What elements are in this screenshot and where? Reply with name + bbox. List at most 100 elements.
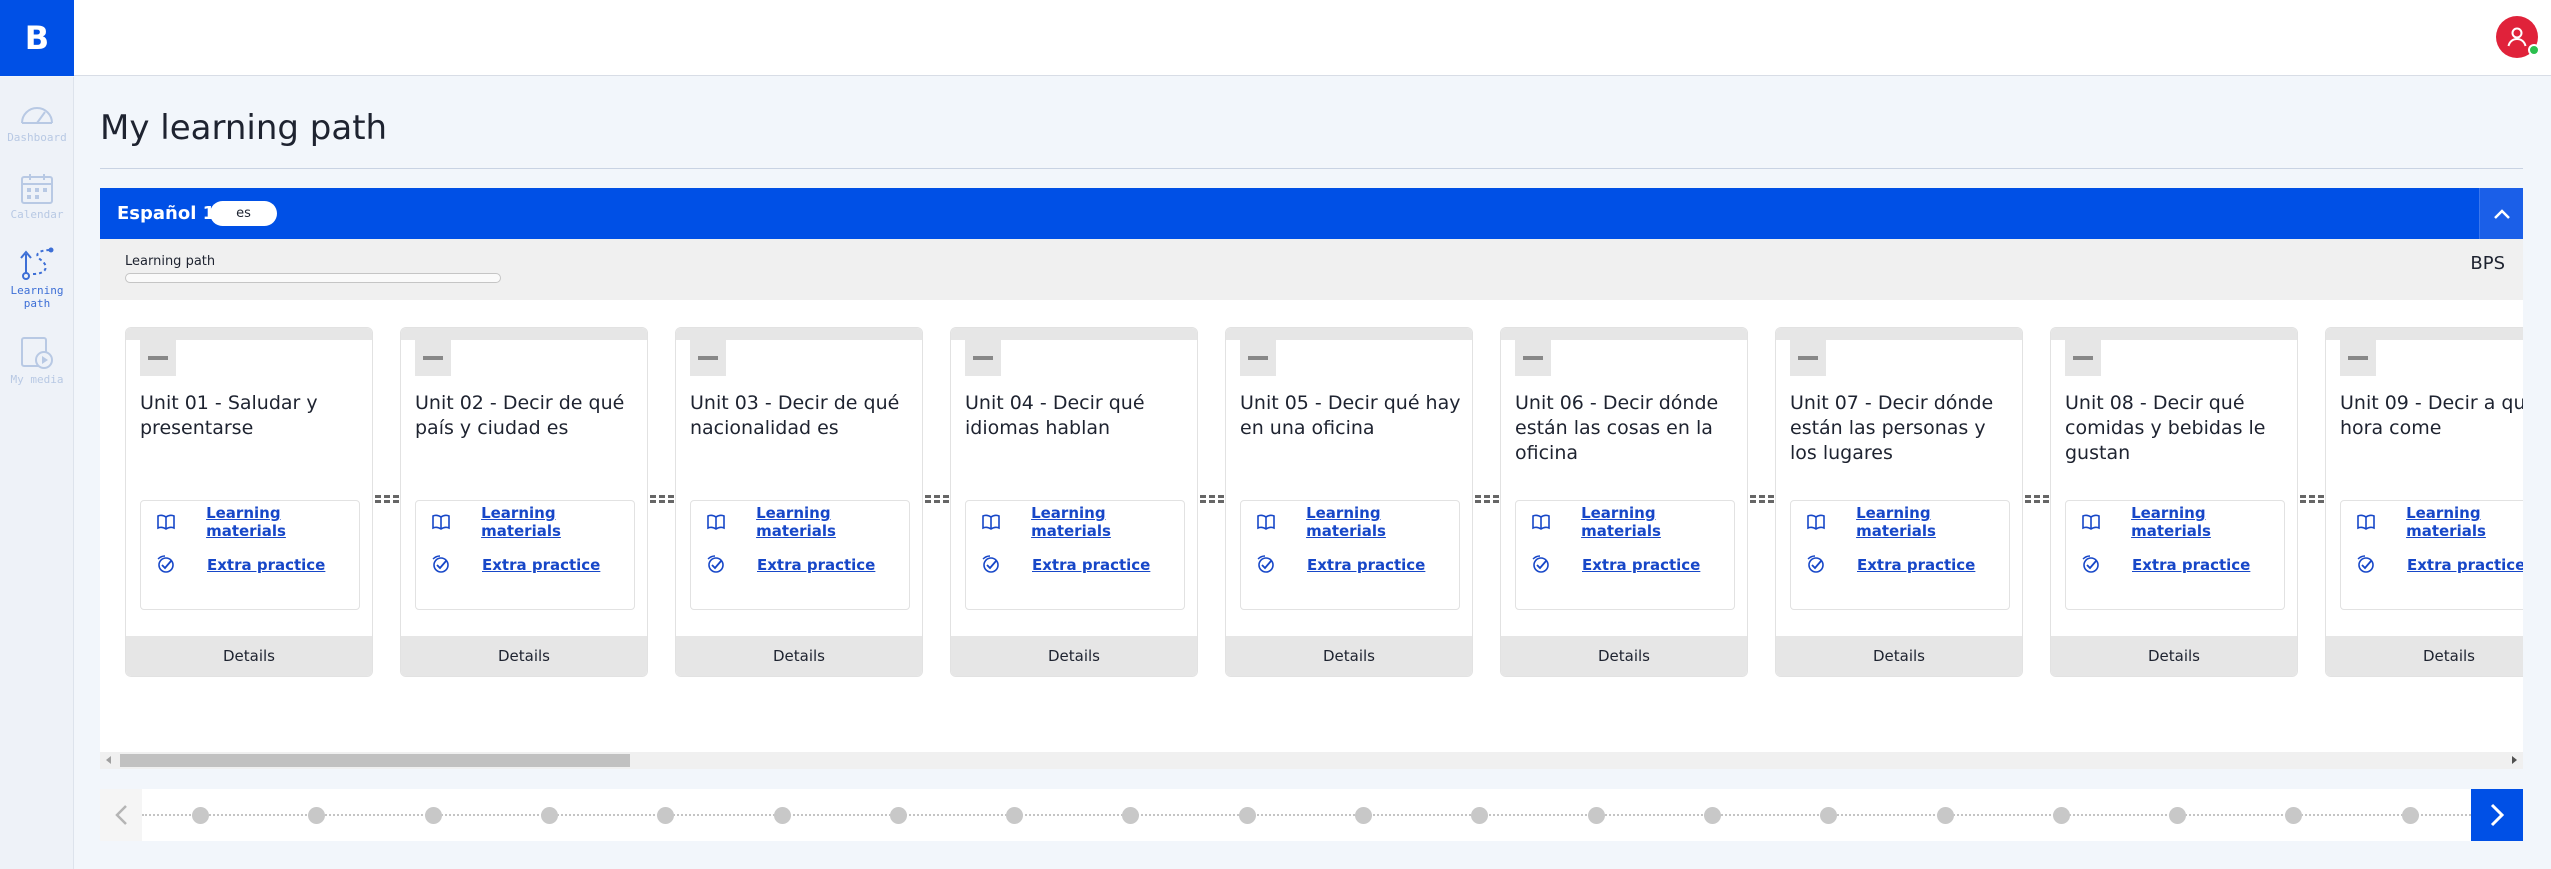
pager-dot[interactable] xyxy=(2169,807,2187,824)
extra-practice-link[interactable]: Extra practice xyxy=(2132,556,2250,574)
sidebar-item-dashboard[interactable]: Dashboard xyxy=(0,99,74,144)
learning-materials-row[interactable]: Learning materials xyxy=(2080,504,2284,540)
learning-materials-row[interactable]: Learning materials xyxy=(1255,504,1459,540)
extra-practice-row[interactable]: Extra practice xyxy=(1530,554,1700,576)
book-icon xyxy=(430,511,451,533)
unit-card: Unit 08 - Decir qué comidas y bebidas le… xyxy=(2050,327,2298,677)
book-icon xyxy=(2355,511,2376,533)
extra-practice-link[interactable]: Extra practice xyxy=(1307,556,1425,574)
scroll-right-arrow[interactable] xyxy=(2512,756,2517,764)
unit-status-icon xyxy=(415,340,451,376)
pager-dot[interactable] xyxy=(657,807,675,824)
user-avatar[interactable] xyxy=(2496,16,2540,58)
pager-dot[interactable] xyxy=(1820,807,1838,824)
pager-dot[interactable] xyxy=(2401,807,2419,824)
learning-materials-row[interactable]: Learning materials xyxy=(430,504,634,540)
learning-materials-row[interactable]: Learning materials xyxy=(705,504,909,540)
pager-dot[interactable] xyxy=(1587,807,1605,824)
details-button[interactable]: Details xyxy=(126,636,372,676)
unit-title: Unit 02 - Decir de qué país y ciudad es xyxy=(415,392,625,439)
brand-logo[interactable]: B xyxy=(0,0,74,76)
extra-practice-link[interactable]: Extra practice xyxy=(482,556,600,574)
pager-dot[interactable] xyxy=(773,807,791,824)
unit-status-icon xyxy=(2340,340,2376,376)
extra-practice-link[interactable]: Extra practice xyxy=(1582,556,1700,574)
sidebar-item-learning-path[interactable]: Learning path xyxy=(0,246,74,310)
extra-practice-row[interactable]: Extra practice xyxy=(430,554,600,576)
sidebar-item-calendar[interactable]: Calendar xyxy=(0,172,74,221)
learning-materials-link[interactable]: Learning materials xyxy=(1856,504,2009,540)
learning-materials-row[interactable]: Learning materials xyxy=(1805,504,2009,540)
details-button[interactable]: Details xyxy=(2326,636,2523,676)
details-button[interactable]: Details xyxy=(1226,636,1472,676)
horizontal-scrollbar[interactable] xyxy=(100,752,2523,769)
practice-icon xyxy=(705,554,727,576)
unit-links-box: Learning materials Extra practice xyxy=(140,500,360,610)
unit-card-header xyxy=(1776,328,2022,340)
pager-dot[interactable] xyxy=(1471,807,1489,824)
learning-materials-link[interactable]: Learning materials xyxy=(1031,504,1184,540)
sidebar-item-label: Calendar xyxy=(10,208,64,221)
pager-track xyxy=(142,814,2471,816)
pager-dot[interactable] xyxy=(540,807,558,824)
pager-dot[interactable] xyxy=(1238,807,1256,824)
chevron-left-icon xyxy=(115,805,127,825)
extra-practice-link[interactable]: Extra practice xyxy=(1032,556,1150,574)
pager-dot[interactable] xyxy=(424,807,442,824)
learning-materials-link[interactable]: Learning materials xyxy=(2406,504,2523,540)
extra-practice-link[interactable]: Extra practice xyxy=(757,556,875,574)
details-button[interactable]: Details xyxy=(401,636,647,676)
pager-dot[interactable] xyxy=(1703,807,1721,824)
unit-connector xyxy=(2025,490,2051,503)
learning-path-progress-bar xyxy=(125,273,501,283)
pager-dot[interactable] xyxy=(2052,807,2070,824)
pager-dot[interactable] xyxy=(889,807,907,824)
previous-button[interactable] xyxy=(100,789,142,841)
extra-practice-row[interactable]: Extra practice xyxy=(980,554,1150,576)
collapse-button[interactable] xyxy=(2479,188,2523,239)
details-button[interactable]: Details xyxy=(1776,636,2022,676)
unit-connector xyxy=(925,490,951,503)
extra-practice-row[interactable]: Extra practice xyxy=(2355,554,2523,576)
scroll-left-arrow[interactable] xyxy=(106,756,111,764)
details-button[interactable]: Details xyxy=(676,636,922,676)
pager-dot[interactable] xyxy=(2285,807,2303,824)
extra-practice-row[interactable]: Extra practice xyxy=(155,554,325,576)
pager-dot[interactable] xyxy=(192,807,209,824)
pager-dot[interactable] xyxy=(308,807,326,824)
extra-practice-row[interactable]: Extra practice xyxy=(1805,554,1975,576)
pager-dot[interactable] xyxy=(1006,807,1024,824)
unit-card-header xyxy=(951,328,1197,340)
learning-materials-row[interactable]: Learning materials xyxy=(2355,504,2523,540)
learning-materials-link[interactable]: Learning materials xyxy=(2131,504,2284,540)
pager-dot[interactable] xyxy=(1936,807,1954,824)
book-icon xyxy=(1255,511,1276,533)
sidebar-item-my-media[interactable]: My media xyxy=(0,335,74,386)
learning-materials-link[interactable]: Learning materials xyxy=(1581,504,1734,540)
details-button[interactable]: Details xyxy=(1501,636,1747,676)
scrollbar-thumb[interactable] xyxy=(120,754,630,767)
learning-materials-row[interactable]: Learning materials xyxy=(980,504,1184,540)
learning-materials-link[interactable]: Learning materials xyxy=(756,504,909,540)
learning-materials-link[interactable]: Learning materials xyxy=(1306,504,1459,540)
extra-practice-link[interactable]: Extra practice xyxy=(2407,556,2523,574)
extra-practice-link[interactable]: Extra practice xyxy=(1857,556,1975,574)
learning-materials-row[interactable]: Learning materials xyxy=(1530,504,1734,540)
next-button[interactable] xyxy=(2471,789,2523,841)
extra-practice-row[interactable]: Extra practice xyxy=(1255,554,1425,576)
learning-materials-link[interactable]: Learning materials xyxy=(206,504,359,540)
extra-practice-row[interactable]: Extra practice xyxy=(2080,554,2250,576)
learning-materials-row[interactable]: Learning materials xyxy=(155,504,359,540)
details-button[interactable]: Details xyxy=(2051,636,2297,676)
pager-dot[interactable] xyxy=(1355,807,1372,824)
unit-title: Unit 08 - Decir qué comidas y bebidas le… xyxy=(2065,392,2266,464)
learning-materials-link[interactable]: Learning materials xyxy=(481,504,634,540)
pager-dot[interactable] xyxy=(1122,807,1140,824)
unit-links-box: Learning materials Extra practice xyxy=(2065,500,2285,610)
details-button[interactable]: Details xyxy=(951,636,1197,676)
extra-practice-link[interactable]: Extra practice xyxy=(207,556,325,574)
unit-status-icon xyxy=(2065,340,2101,376)
practice-icon xyxy=(430,554,452,576)
sidebar-item-label: Learning path xyxy=(10,284,64,310)
extra-practice-row[interactable]: Extra practice xyxy=(705,554,875,576)
